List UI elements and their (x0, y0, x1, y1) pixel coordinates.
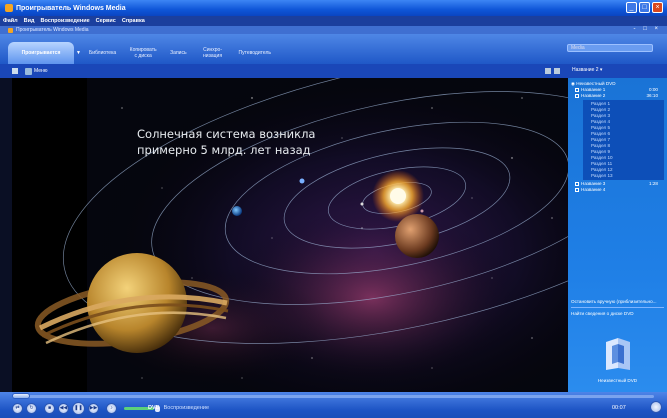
elapsed-time: 00:07 (612, 405, 626, 411)
transport-controls: ⇄ ↻ ■ ◀◀ ❚❚ ▶▶ ♪ (12, 402, 160, 415)
title-row[interactable]: Название 4 (571, 187, 664, 193)
menu-button-label: Меню (34, 68, 48, 74)
shuffle-button[interactable]: ⇄ (12, 403, 23, 414)
divider (571, 307, 664, 308)
now-playing-toolbar: Меню Название 2 ▾ (0, 64, 667, 78)
tab-guide[interactable]: Путеводитель (233, 42, 277, 64)
dvd-case-icon (606, 338, 630, 370)
window-title: Проигрыватель Windows Media (16, 4, 126, 12)
fullscreen-icon[interactable] (545, 68, 551, 74)
sub-title: Проигрыватель Windows Media (16, 27, 89, 33)
caption-line-2: примерно 5 млрд. лет назад (137, 143, 311, 157)
section-list: Раздел 1 Раздел 2 Раздел 3 Раздел 4 Разд… (583, 100, 664, 180)
stop-button[interactable]: ■ (44, 403, 55, 414)
sub-window-controls[interactable]: - □ × (634, 26, 661, 32)
tab-sync[interactable]: Синхро-низация (193, 42, 233, 64)
menu-help[interactable]: Справка (122, 18, 145, 24)
disc-name: Неизвестный DVD (576, 81, 616, 86)
repeat-button[interactable]: ↻ (26, 403, 37, 414)
tab-burn[interactable]: Запись (164, 42, 192, 64)
title-name: Название 3 (581, 181, 606, 186)
collapse-icon[interactable] (575, 93, 579, 98)
title-duration: 36:10 (646, 93, 659, 98)
tab-now-playing[interactable]: Проигрывается (8, 42, 74, 64)
window-titlebar[interactable]: Проигрыватель Windows Media _ □ × (0, 0, 667, 16)
title-name: Название 1 (581, 87, 606, 92)
state-label: Воспроизведение (163, 405, 210, 411)
menu-view[interactable]: Вид (24, 18, 35, 24)
title-select-value: Название 2 (572, 67, 599, 73)
playback-controls-bar: ⇄ ↻ ■ ◀◀ ❚❚ ▶▶ ♪ DVD Воспроизведение 00:0… (0, 392, 667, 418)
maximize-button[interactable]: □ (639, 2, 650, 13)
media-player-icon (5, 4, 13, 12)
minimize-button[interactable]: _ (626, 2, 637, 13)
caption-line-1: Солнечная система возникла (137, 127, 316, 141)
task-bar: Проигрывается ▼ Библиотека Копировать с … (0, 34, 667, 64)
menu-tools[interactable]: Сервис (96, 18, 116, 24)
title-select[interactable]: Название 2 ▾ (572, 67, 602, 73)
expand-icon[interactable] (575, 181, 579, 186)
title-row[interactable]: Название 2 36:10 (571, 93, 664, 99)
find-dvd-info-link[interactable]: Найти сведения о диске DVD (571, 311, 634, 316)
eye-icon (25, 67, 32, 75)
toolbar-right-icons (545, 68, 560, 74)
dvd-art-caption: Неизвестный DVD (597, 378, 638, 383)
view-options-icon[interactable] (12, 68, 18, 74)
mute-button[interactable]: ♪ (106, 403, 117, 414)
tab-library[interactable]: Библиотека (83, 42, 122, 64)
dvd-playlist-pane: ◉ Неизвестный DVD Название 1 0:00 Назван… (568, 78, 667, 392)
seek-thumb[interactable] (12, 393, 30, 399)
pause-button[interactable]: ❚❚ (72, 402, 85, 415)
playlist-toggle-icon[interactable] (554, 68, 560, 74)
menu-bar: Файл Вид Воспроизведение Сервис Справка (0, 16, 667, 26)
previous-button[interactable]: ◀◀ (58, 403, 69, 414)
menu-playback[interactable]: Воспроизведение (41, 18, 90, 24)
switch-to-compact-mode-button[interactable] (650, 401, 662, 413)
playback-state: DVD Воспроизведение (148, 405, 209, 411)
expand-icon[interactable] (575, 87, 579, 92)
chevron-down-icon[interactable]: ▼ (76, 50, 81, 56)
stop-time-info[interactable]: Остановить вручную (приблизительно... (571, 299, 656, 304)
video-caption: Солнечная система возникла примерно 5 мл… (137, 126, 315, 158)
video-display[interactable]: Солнечная система возникла примерно 5 мл… (12, 78, 568, 392)
window-controls: _ □ × (626, 2, 663, 13)
seek-bar[interactable] (12, 395, 654, 398)
close-button[interactable]: × (652, 2, 663, 13)
next-button[interactable]: ▶▶ (88, 403, 99, 414)
title-name: Название 2 (581, 93, 606, 98)
media-search-input[interactable]: Media (567, 44, 653, 52)
section-item[interactable]: Раздел 13 (583, 173, 664, 179)
expand-icon[interactable] (575, 187, 579, 192)
title-name: Название 4 (581, 187, 606, 192)
menu-button[interactable]: Меню (25, 67, 48, 75)
menu-file[interactable]: Файл (3, 18, 18, 24)
tab-rip[interactable]: Копировать с диска (122, 42, 164, 64)
sub-titlebar: Проигрыватель Windows Media - □ × (0, 26, 667, 34)
media-player-icon (8, 27, 13, 33)
state-prefix: DVD (148, 405, 160, 411)
